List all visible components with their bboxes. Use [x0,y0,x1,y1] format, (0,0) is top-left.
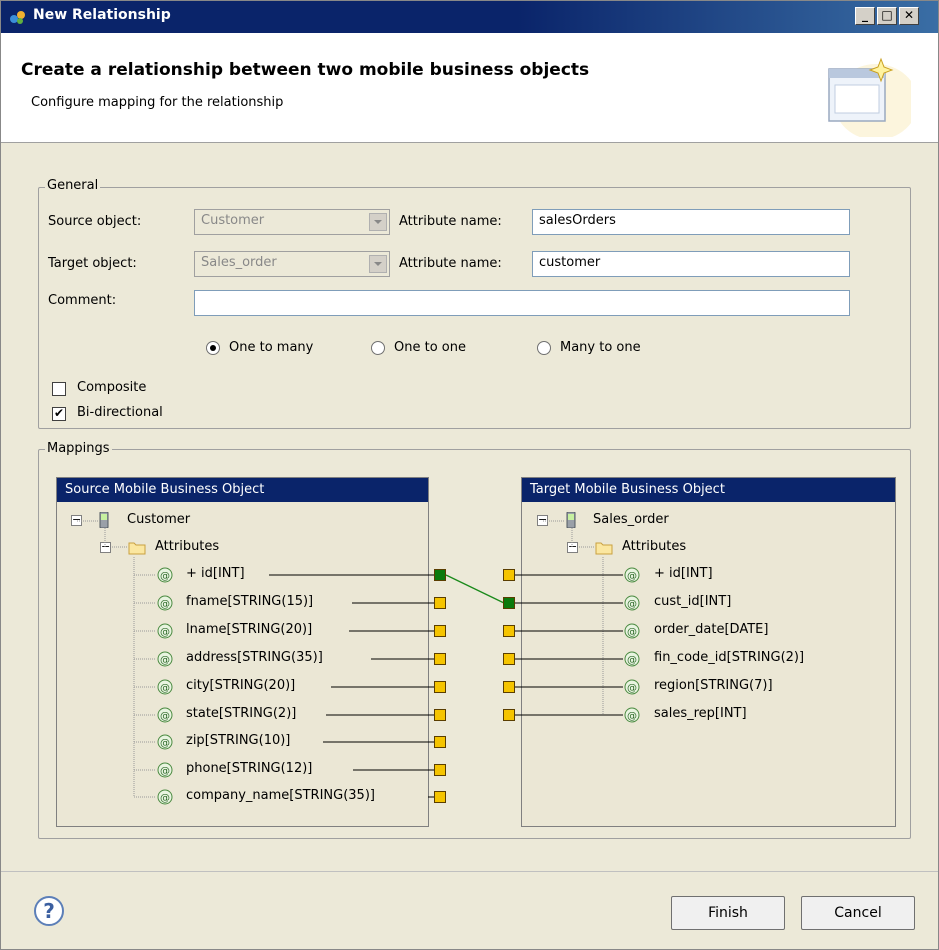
target-attribute[interactable]: sales_rep[INT] [654,706,747,721]
attribute-icon: @ [157,734,173,750]
finish-button[interactable]: Finish [671,896,785,930]
attribute-icon: @ [624,707,640,723]
source-connector[interactable] [434,681,446,693]
source-connector[interactable] [434,653,446,665]
attribute-icon: @ [157,707,173,723]
source-attribute[interactable]: fname[STRING(15)] [186,594,313,609]
svg-text:@: @ [627,571,637,582]
attribute-icon: @ [157,762,173,778]
attribute-icon: @ [157,567,173,583]
source-attribute[interactable]: city[STRING(20)] [186,678,295,693]
source-attribute[interactable]: company_name[STRING(35)] [186,788,375,803]
attribute-icon: @ [624,679,640,695]
svg-text:@: @ [160,793,170,804]
svg-text:@: @ [627,599,637,610]
source-connector[interactable] [434,736,446,748]
source-connector[interactable] [434,625,446,637]
svg-text:@: @ [160,738,170,749]
help-icon[interactable]: ? [34,896,64,926]
footer-divider [1,871,938,872]
attribute-icon: @ [157,651,173,667]
mapping-lines [77,520,623,798]
source-attribute[interactable]: state[STRING(2)] [186,706,296,721]
attribute-icon: @ [624,623,640,639]
attribute-icon: @ [624,651,640,667]
svg-text:@: @ [160,711,170,722]
svg-text:@: @ [160,599,170,610]
svg-text:@: @ [627,627,637,638]
svg-text:@: @ [627,655,637,666]
svg-text:@: @ [160,627,170,638]
attribute-icon: @ [157,623,173,639]
source-attribute[interactable]: zip[STRING(10)] [186,733,290,748]
target-connector-selected[interactable] [503,597,515,609]
source-attribute[interactable]: + id[INT] [186,566,245,581]
source-attribute[interactable]: phone[STRING(12)] [186,761,312,776]
attribute-icon: @ [157,679,173,695]
attribute-icon: @ [624,595,640,611]
svg-text:@: @ [160,683,170,694]
source-connector[interactable] [434,709,446,721]
target-connector[interactable] [503,681,515,693]
attribute-icon: @ [157,789,173,805]
attribute-icon: @ [624,567,640,583]
source-connector[interactable] [434,791,446,803]
target-connector[interactable] [503,653,515,665]
target-attribute[interactable]: + id[INT] [654,566,713,581]
source-connector-selected[interactable] [434,569,446,581]
target-attribute[interactable]: fin_code_id[STRING(2)] [654,650,804,665]
new-relationship-dialog: New Relationship _ □ ✕ Create a relation… [0,0,939,950]
attribute-icon: @ [157,595,173,611]
target-attribute[interactable]: cust_id[INT] [654,594,731,609]
source-attribute[interactable]: address[STRING(35)] [186,650,323,665]
svg-text:@: @ [627,683,637,694]
svg-text:@: @ [160,655,170,666]
target-attribute[interactable]: region[STRING(7)] [654,678,773,693]
svg-text:@: @ [160,766,170,777]
target-connector[interactable] [503,709,515,721]
svg-text:@: @ [627,711,637,722]
cancel-button[interactable]: Cancel [801,896,915,930]
source-attribute[interactable]: lname[STRING(20)] [186,622,312,637]
target-connector[interactable] [503,625,515,637]
target-connector[interactable] [503,569,515,581]
target-attribute[interactable]: order_date[DATE] [654,622,768,637]
svg-text:@: @ [160,571,170,582]
mapping-link [445,574,505,604]
source-connector[interactable] [434,597,446,609]
source-connector[interactable] [434,764,446,776]
